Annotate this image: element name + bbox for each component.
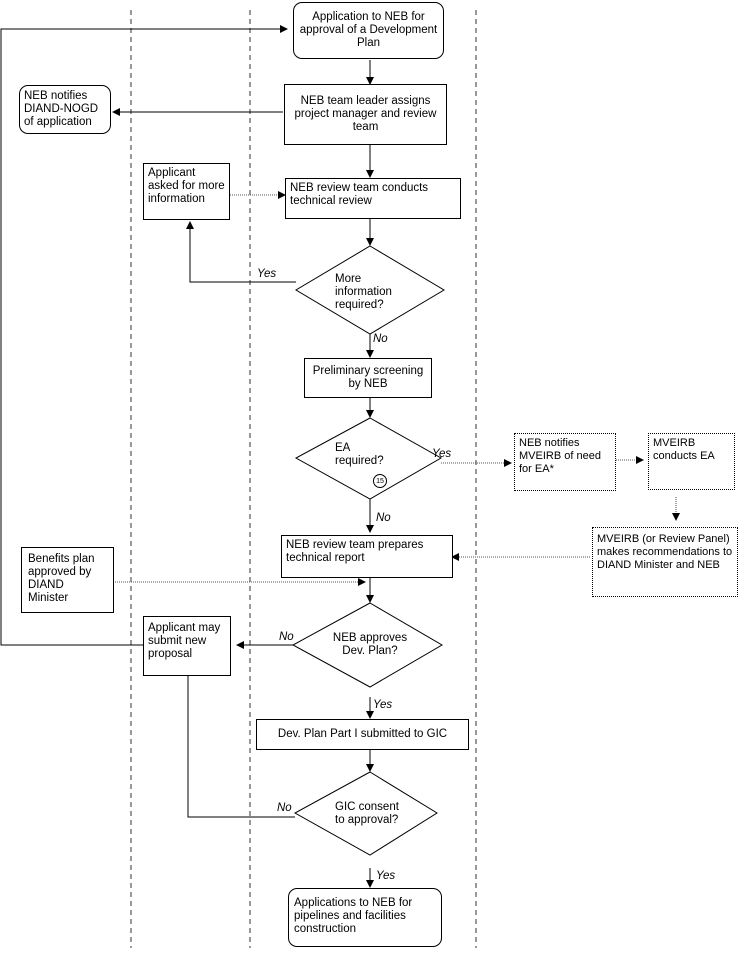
node-applicant-more-info: Applicant asked for more information xyxy=(143,163,230,220)
node-technical-report: NEB review team prepares technical repor… xyxy=(281,535,453,578)
node-notify-diand: NEB notifies DIAND-NOGD of application xyxy=(19,85,111,134)
node-new-proposal: Applicant may submit new proposal xyxy=(143,616,231,676)
node-benefits-plan: Benefits plan approved by DIAND Minister xyxy=(21,547,114,613)
label-yes-gic: Yes xyxy=(376,870,396,882)
label-yes-ea: Yes xyxy=(432,448,452,460)
decision-ea-text: EA required? xyxy=(335,442,384,467)
label-no-more-info: No xyxy=(373,333,388,345)
decision-more-info-text: More information required? xyxy=(335,273,392,311)
decision-neb-approves-text: NEB approves Dev. Plan? xyxy=(332,632,408,657)
node-technical-review: NEB review team conducts technical revie… xyxy=(285,178,461,219)
reference-marker: 15 xyxy=(373,474,387,488)
node-notify-mveirb: NEB notifies MVEIRB of need for EA* xyxy=(514,433,616,491)
node-mveirb-conducts: MVEIRB conducts EA xyxy=(648,433,735,490)
node-final-applications: Applications to NEB for pipelines and fa… xyxy=(288,888,442,947)
node-submitted-gic: Dev. Plan Part I submitted to GIC xyxy=(256,719,469,750)
node-assign-team: NEB team leader assigns project manager … xyxy=(284,84,447,145)
label-yes-neb-approves: Yes xyxy=(373,699,393,711)
decision-gic-text: GIC consent to approval? xyxy=(335,801,399,826)
label-no-neb-approves: No xyxy=(279,631,294,643)
node-application: Application to NEB for approval of a Dev… xyxy=(293,2,444,59)
edge-more-info-yes xyxy=(186,221,296,283)
label-no-ea: No xyxy=(376,512,391,524)
label-no-gic: No xyxy=(277,802,292,814)
node-preliminary-screening: Preliminary screening by NEB xyxy=(304,358,432,398)
node-mveirb-recommends: MVEIRB (or Review Panel) makes recommend… xyxy=(592,527,738,597)
label-yes-more-info: Yes xyxy=(257,268,277,280)
